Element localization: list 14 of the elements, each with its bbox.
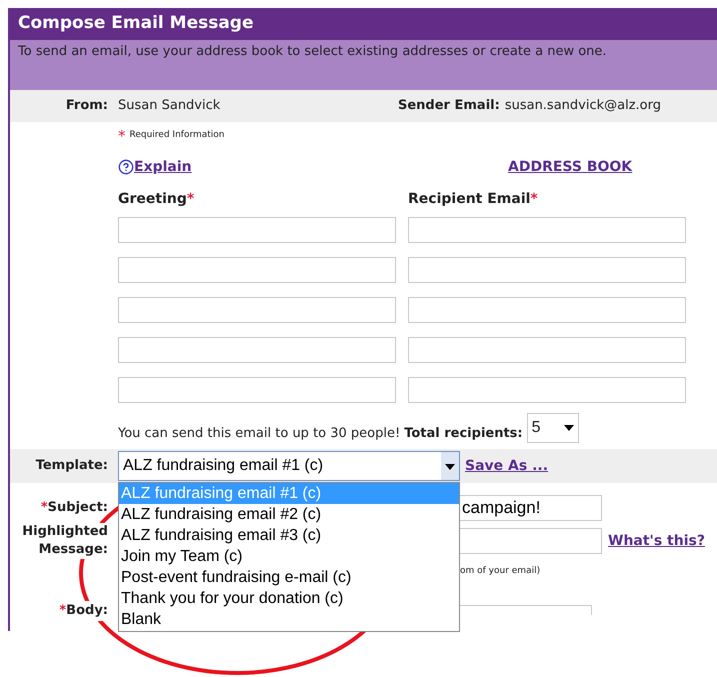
total-recipients-label: Total recipients: bbox=[404, 424, 523, 442]
column-label: Recipient Email* bbox=[408, 190, 538, 208]
sender-email-value: susan.sandvick@alz.org bbox=[504, 97, 662, 116]
header-title: Compose Email Message bbox=[10, 8, 717, 40]
from-label: From: bbox=[64, 97, 108, 116]
required-mark: * bbox=[118, 126, 126, 147]
from-value: Susan Sandvick bbox=[118, 97, 222, 116]
description-text: To send an email, use your address book to select existing addresses or create a new one. bbox=[10, 40, 717, 90]
limit-text: You can send this email to up to 30 people! bbox=[118, 424, 400, 442]
template-label: Template: bbox=[34, 457, 108, 476]
sender-email-label: Sender Email: bbox=[398, 97, 500, 116]
required-note: Required Information bbox=[130, 129, 225, 142]
column-label: Greeting* bbox=[118, 190, 196, 208]
highlighted-message-note: om of your email) bbox=[460, 565, 540, 578]
